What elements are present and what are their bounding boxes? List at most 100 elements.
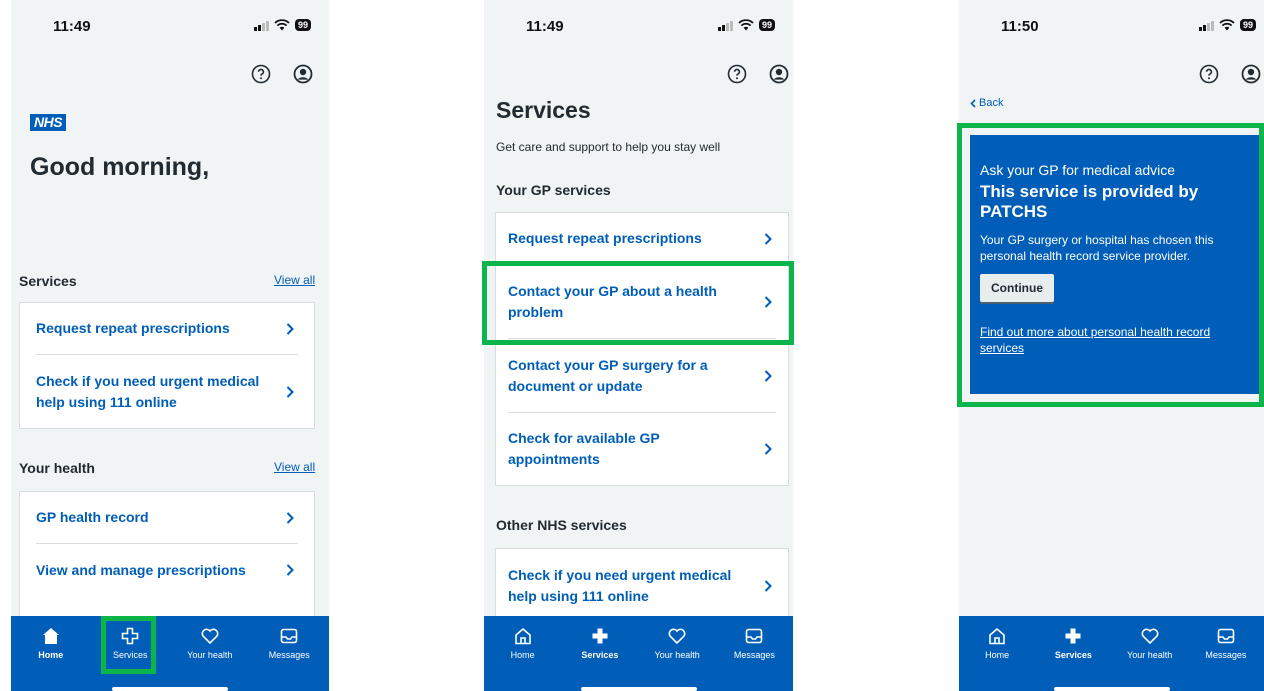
nav-label: Home xyxy=(510,650,535,660)
nav-label: Services xyxy=(112,650,148,660)
nav-label: Messages xyxy=(268,650,310,660)
nav-label: Your health xyxy=(187,650,233,660)
signal-icon xyxy=(717,20,733,31)
list-item-label: Request repeat prescriptions xyxy=(36,320,230,336)
list-item-label: Check for available GP appointments xyxy=(508,430,660,467)
nav-home[interactable]: Home xyxy=(484,626,561,691)
bottom-nav: Home Services Your health Messages xyxy=(484,616,793,691)
nav-label: Messages xyxy=(733,650,775,660)
heart-icon xyxy=(668,628,686,645)
list-item[interactable]: Request repeat prescriptions xyxy=(508,213,776,265)
phone-screen-home: 11:49 99 NHS Good morning, Services View… xyxy=(11,0,329,691)
list-item-label: Contact your GP surgery for a document o… xyxy=(508,356,708,394)
nav-home[interactable]: Home xyxy=(11,626,91,691)
nav-home[interactable]: Home xyxy=(959,626,1035,691)
signal-icon xyxy=(253,20,269,31)
other-nhs-services-section-title: Other NHS services xyxy=(496,517,627,533)
home-indicator xyxy=(112,687,228,691)
wifi-icon xyxy=(738,19,754,31)
back-link[interactable]: Back xyxy=(970,97,1003,109)
nav-messages[interactable]: Messages xyxy=(250,626,330,691)
list-item[interactable]: Check if you need urgent medical help us… xyxy=(36,355,298,428)
list-item[interactable]: Contact your GP surgery for a document o… xyxy=(508,339,776,413)
list-item-label: GP health record xyxy=(36,509,149,525)
account-icon[interactable] xyxy=(1241,64,1261,84)
nav-your-health[interactable]: Your health xyxy=(170,626,250,691)
nav-services[interactable]: Services xyxy=(1035,626,1111,691)
bottom-nav: Home Services Your health Messages xyxy=(959,616,1264,691)
account-icon[interactable] xyxy=(769,64,789,84)
chevron-right-icon xyxy=(764,443,772,455)
chevron-right-icon xyxy=(286,385,294,398)
nav-label: Messages xyxy=(1205,650,1247,660)
nav-label: Home xyxy=(985,650,1010,660)
chevron-right-icon xyxy=(764,369,772,382)
back-label: Back xyxy=(979,97,1004,109)
page-subtitle: Get care and support to help you stay we… xyxy=(496,140,721,154)
account-icon[interactable] xyxy=(293,64,313,84)
find-out-more-link[interactable]: Find out more about personal health reco… xyxy=(980,324,1254,356)
patchs-info-panel: Ask your GP for medical advice This serv… xyxy=(970,135,1264,394)
services-cross-icon xyxy=(1065,628,1081,644)
list-item-label: Check if you need urgent medical help us… xyxy=(508,567,732,604)
nav-label: Services xyxy=(581,650,619,660)
list-item[interactable]: Check for available GP appointments xyxy=(508,413,776,485)
services-view-all-link[interactable]: View all xyxy=(274,273,315,287)
help-icon[interactable] xyxy=(1199,64,1219,84)
nav-messages[interactable]: Messages xyxy=(716,626,793,691)
status-bar: 11:49 99 xyxy=(11,16,329,40)
your-health-section-title: Your health xyxy=(19,460,95,476)
panel-kicker: Ask your GP for medical advice xyxy=(980,162,1176,178)
nav-messages[interactable]: Messages xyxy=(1188,626,1264,691)
page-title: Services xyxy=(496,97,591,123)
messages-icon xyxy=(280,628,298,644)
messages-icon xyxy=(746,628,763,644)
nav-services[interactable]: Services xyxy=(561,626,638,691)
battery-icon: 99 xyxy=(294,19,311,31)
gp-services-card: Request repeat prescriptions Contact you… xyxy=(495,212,789,486)
gp-services-section-title: Your GP services xyxy=(496,182,611,198)
list-item[interactable]: Contact your GP about a health problem xyxy=(508,265,776,339)
list-item[interactable]: Request repeat prescriptions xyxy=(36,303,298,355)
help-icon[interactable] xyxy=(727,64,747,84)
nav-services[interactable]: Services xyxy=(91,626,171,691)
nav-your-health[interactable]: Your health xyxy=(1112,626,1188,691)
nhs-logo: NHS xyxy=(30,114,67,131)
home-icon xyxy=(514,627,531,645)
list-item[interactable]: Check if you need urgent medical help us… xyxy=(508,549,776,623)
phone-screen-services: 11:49 99 Services Get care and support t… xyxy=(484,0,793,691)
panel-body: Your GP surgery or hospital has chosen t… xyxy=(980,233,1214,263)
greeting-heading: Good morning, xyxy=(30,153,210,181)
status-bar: 11:49 99 xyxy=(484,16,793,40)
battery-icon: 99 xyxy=(758,19,775,31)
wifi-icon xyxy=(274,19,290,31)
services-section-title: Services xyxy=(19,273,77,289)
your-health-card: GP health record View and manage prescri… xyxy=(19,491,315,626)
chevron-right-icon xyxy=(286,564,294,576)
list-item-label: Check if you need urgent medical help us… xyxy=(36,372,260,410)
continue-button[interactable]: Continue xyxy=(980,274,1054,302)
status-time: 11:49 xyxy=(526,18,564,35)
battery-icon: 99 xyxy=(1239,19,1256,31)
status-bar: 11:50 99 xyxy=(959,16,1264,40)
nav-your-health[interactable]: Your health xyxy=(639,626,716,691)
wifi-icon xyxy=(1219,19,1235,31)
services-card: Request repeat prescriptions Check if yo… xyxy=(19,302,315,429)
signal-icon xyxy=(1198,20,1214,31)
home-indicator xyxy=(1053,687,1170,691)
list-item[interactable]: GP health record xyxy=(36,492,298,544)
heart-icon xyxy=(201,628,219,645)
nav-label: Services xyxy=(1054,650,1092,660)
home-icon xyxy=(989,627,1005,645)
chevron-right-icon xyxy=(764,580,772,592)
list-item-label: Contact your GP about a health problem xyxy=(508,282,717,320)
panel-title: This service is provided by PATCHS xyxy=(980,182,1199,221)
bottom-nav: Home Services Your health Messages xyxy=(11,616,329,691)
help-icon[interactable] xyxy=(251,64,271,84)
health-view-all-link[interactable]: View all xyxy=(274,460,315,474)
status-time: 11:49 xyxy=(53,18,91,35)
home-indicator xyxy=(580,687,697,691)
phone-screen-patchs: 11:50 99 Back Ask your GP for medical ad… xyxy=(959,0,1264,691)
list-item[interactable]: View and manage prescriptions xyxy=(36,544,298,596)
chevron-right-icon xyxy=(286,322,294,335)
